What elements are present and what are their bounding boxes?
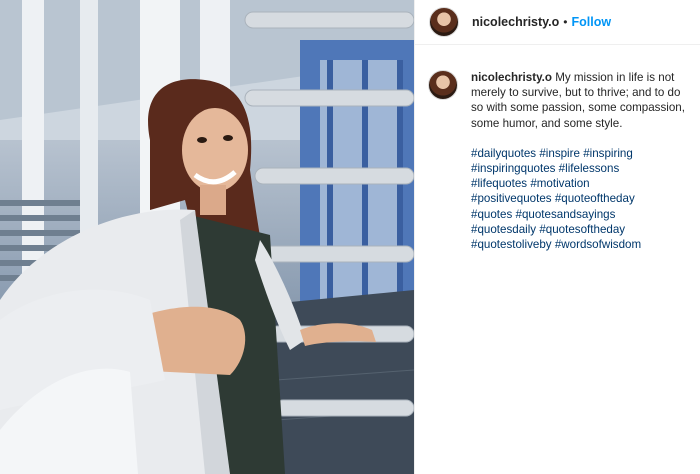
- hashtag-link[interactable]: #lifequotes: [471, 177, 527, 190]
- caption-text-block: nicolechristy.o My mission in life is no…: [471, 70, 690, 131]
- follow-button[interactable]: Follow: [572, 15, 612, 29]
- hashtag-link[interactable]: #inspire: [539, 147, 580, 160]
- hashtag-link[interactable]: #inspiringquotes: [471, 162, 555, 175]
- photo-illustration: [0, 0, 414, 474]
- hashtag-link[interactable]: #quotesoftheday: [539, 223, 625, 236]
- hashtag-link[interactable]: #dailyquotes: [471, 147, 536, 160]
- avatar[interactable]: [429, 7, 459, 37]
- caption-avatar[interactable]: [428, 70, 458, 100]
- hashtag-link[interactable]: #quotesdaily: [471, 223, 536, 236]
- caption-block: nicolechristy.o My mission in life is no…: [428, 70, 690, 252]
- post-header: nicolechristy.o • Follow: [415, 0, 700, 45]
- header-username[interactable]: nicolechristy.o: [472, 15, 559, 29]
- header-separator: •: [563, 15, 568, 29]
- caption-username[interactable]: nicolechristy.o: [471, 71, 552, 84]
- hashtag-link[interactable]: #positivequotes: [471, 192, 552, 205]
- hashtag-link[interactable]: #motivation: [530, 177, 589, 190]
- hashtag-link[interactable]: #lifelessons: [559, 162, 620, 175]
- hashtag-link[interactable]: #quotestoliveby: [471, 238, 552, 251]
- pane-divider: [414, 0, 415, 474]
- hashtag-link[interactable]: #wordsofwisdom: [555, 238, 641, 251]
- caption-body: nicolechristy.o My mission in life is no…: [471, 70, 690, 252]
- hashtag-link[interactable]: #quotesandsayings: [516, 208, 616, 221]
- post-photo[interactable]: [0, 0, 414, 474]
- hashtag-list: #dailyquotes #inspire #inspiring #inspir…: [471, 146, 690, 252]
- hashtag-link[interactable]: #quotes: [471, 208, 512, 221]
- hashtag-link[interactable]: #inspiring: [583, 147, 633, 160]
- hashtag-link[interactable]: #quoteoftheday: [555, 192, 635, 205]
